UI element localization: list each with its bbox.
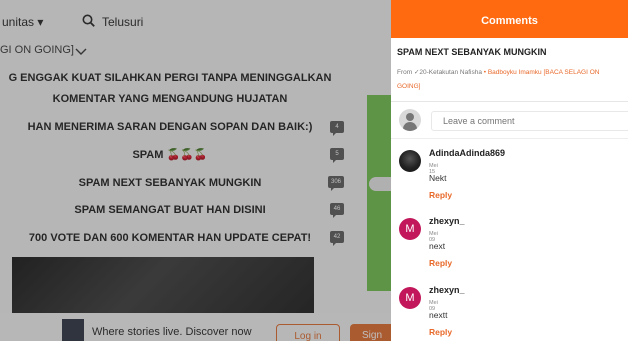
comment-username[interactable]: AdindaAdinda869 (429, 148, 505, 158)
user-avatar-icon (399, 109, 421, 131)
comment-text: Nekt (429, 173, 447, 183)
reply-button[interactable]: Reply (429, 327, 452, 337)
avatar[interactable]: M (399, 287, 421, 309)
story-link[interactable]: Badboyku Imamku [BACA SELAGI ON (488, 69, 600, 76)
comment-username[interactable]: zhexyn_ (429, 285, 465, 295)
from-part: From ✓20-Ketakutan Nafisha (397, 69, 482, 76)
comment-text: next (429, 241, 446, 251)
comments-panel: Comments SPAM NEXT SEBANYAK MUNGKIN From… (391, 0, 628, 341)
reply-button[interactable]: Reply (429, 190, 452, 200)
avatar[interactable]: M (399, 218, 421, 240)
comments-header: Comments (391, 0, 628, 38)
divider (391, 101, 628, 102)
part-meta: From ✓20-Ketakutan Nafisha • Badboyku Im… (397, 66, 628, 94)
reply-button[interactable]: Reply (429, 258, 452, 268)
avatar[interactable] (399, 150, 421, 172)
separator-dot: • (483, 69, 487, 76)
divider (391, 138, 628, 139)
part-title: SPAM NEXT SEBANYAK MUNGKIN (397, 47, 547, 57)
comment-input[interactable] (431, 111, 628, 131)
story-link-cont[interactable]: GOING] (397, 83, 420, 90)
comment-text: nextt (429, 310, 448, 320)
comment-username[interactable]: zhexyn_ (429, 216, 465, 226)
